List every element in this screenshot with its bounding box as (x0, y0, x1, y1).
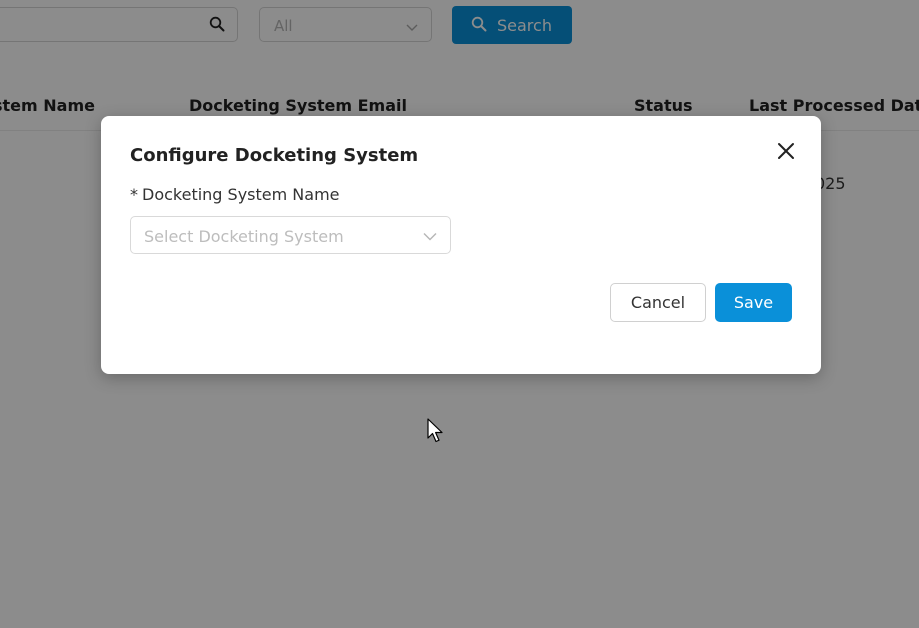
docketing-system-name-label: * Docketing System Name (130, 185, 340, 204)
chevron-down-icon (423, 228, 437, 242)
cancel-button-label: Cancel (630, 293, 686, 312)
field-label-text: Docketing System Name (142, 185, 340, 204)
select-placeholder: Select Docketing System (144, 227, 344, 246)
close-icon (773, 143, 799, 168)
close-button[interactable] (773, 138, 799, 164)
modal-title: Configure Docketing System (130, 145, 419, 166)
cancel-button[interactable]: Cancel (610, 283, 706, 322)
mouse-pointer-icon (427, 418, 445, 444)
required-marker: * (130, 185, 138, 204)
save-button[interactable]: Save (715, 283, 792, 322)
docketing-system-select[interactable]: Select Docketing System (130, 216, 451, 254)
configure-docketing-system-dialog: Configure Docketing System * Docketing Sy… (101, 116, 821, 374)
save-button-label: Save (733, 293, 774, 312)
